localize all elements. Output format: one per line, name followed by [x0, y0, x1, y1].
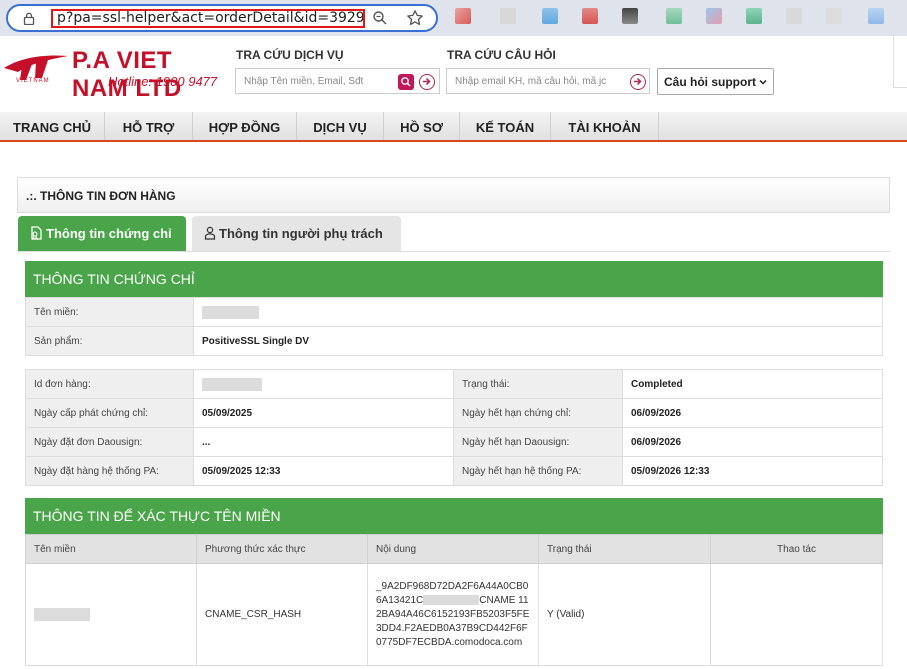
nav-item-home[interactable]: TRANG CHỦ	[0, 112, 105, 140]
support-select[interactable]: Câu hỏi support	[657, 68, 774, 95]
redacted-content	[423, 594, 480, 605]
pa-order-label: Ngày đặt hàng hệ thống PA:	[25, 456, 194, 486]
expire-label: Ngày hết hạn chứng chỉ:	[453, 398, 623, 428]
table-row: CNAME_CSR_HASH _9A2DF968D72DA2F6A44A0CB0…	[25, 563, 883, 666]
bookmark-icon[interactable]	[500, 8, 516, 24]
go-button[interactable]	[630, 74, 646, 90]
nav-item-services[interactable]: DỊCH VỤ	[297, 112, 384, 140]
lookup-service-title: TRA CỨU DỊCH VỤ	[236, 48, 344, 62]
bookmark-icon[interactable]	[786, 8, 802, 24]
verify-content: _9A2DF968D72DA2F6A44A0CB06A13421C CNAME 1…	[367, 563, 539, 666]
chevron-down-icon	[759, 79, 767, 85]
url-highlight[interactable]: p?pa=ssl-helper&act=orderDetail&id=3929	[51, 9, 365, 28]
tab-divider	[17, 251, 890, 252]
arrow-right-icon	[423, 77, 431, 86]
table-row: Id đơn hàng: Trạng thái: Completed	[25, 369, 883, 399]
lock-icon[interactable]	[23, 12, 35, 25]
pa-order-value: 05/09/2025 12:33	[193, 456, 454, 486]
status-value: Completed	[622, 369, 883, 399]
address-bar[interactable]: p?pa=ssl-helper&act=orderDetail&id=3929	[6, 4, 438, 32]
verify-domain	[25, 563, 197, 666]
dao-expire-label: Ngày hết hạn Daousign:	[453, 427, 623, 457]
order-id-value	[193, 369, 454, 399]
cert-info-header: THÔNG TIN CHỨNG CHỈ	[25, 261, 883, 297]
table-row: Ngày cấp phát chứng chỉ: 05/09/2025 Ngày…	[25, 398, 883, 428]
dao-order-label: Ngày đặt đơn Daousign:	[25, 427, 194, 457]
verify-status: Y (Valid)	[538, 563, 711, 666]
nav-item-support[interactable]: HỖ TRỢ	[105, 112, 193, 140]
search-icon	[401, 77, 411, 87]
pa-expire-label: Ngày hết hạn hệ thống PA:	[453, 456, 623, 486]
bookmark-icon[interactable]	[826, 8, 842, 24]
table-row: Sản phẩm: PositiveSSL Single DV	[25, 326, 883, 356]
logo-sub: VIETNAM	[16, 78, 50, 84]
pa-expire-value: 05/09/2026 12:33	[622, 456, 883, 486]
certificate-icon	[31, 226, 42, 240]
redacted-order-id	[202, 377, 262, 391]
tab-owner-info[interactable]: Thông tin người phụ trách	[192, 216, 401, 252]
cert-info-table: Tên miền: Sản phẩm: PositiveSSL Single D…	[25, 297, 883, 356]
tab-cert-info[interactable]: Thông tin chứng chỉ	[18, 216, 186, 252]
bookmark-icon[interactable]	[582, 8, 598, 24]
nav-item-account[interactable]: TÀI KHOẢN	[551, 112, 659, 140]
domain-label: Tên miền:	[25, 297, 194, 327]
issued-label: Ngày cấp phát chứng chỉ:	[25, 398, 194, 428]
table-row: Tên miền:	[25, 297, 883, 327]
support-select-value: Câu hỏi support	[664, 75, 756, 89]
table-row: Ngày đặt hàng hệ thống PA: 05/09/2025 12…	[25, 456, 883, 486]
search-button[interactable]	[398, 74, 414, 90]
dao-expire-value: 06/09/2026	[622, 427, 883, 457]
browser-toolbar: p?pa=ssl-helper&act=orderDetail&id=3929	[0, 0, 907, 36]
nav-item-contracts[interactable]: HỢP ĐỒNG	[193, 112, 297, 140]
bookmark-icon[interactable]	[746, 8, 762, 24]
url-text: p?pa=ssl-helper&act=orderDetail&id=3929	[57, 10, 365, 26]
side-panel-edge	[893, 36, 907, 88]
dao-order-value: ...	[193, 427, 454, 457]
verify-table: Tên miền Phương thức xác thực Nội dung T…	[25, 534, 883, 666]
bookmark-icon[interactable]	[666, 8, 682, 24]
redacted-domain	[202, 305, 259, 319]
verify-header: THÔNG TIN ĐỂ XÁC THỰC TÊN MIỀN	[25, 498, 883, 534]
arrow-right-icon	[634, 77, 642, 86]
nav-item-accounting[interactable]: KẾ TOÁN	[460, 112, 551, 140]
bookmark-icon[interactable]	[455, 8, 471, 24]
page: P.A VIET NAM LTD Hotline: 1900 9477 VIET…	[0, 36, 907, 669]
product-value: PositiveSSL Single DV	[193, 326, 883, 356]
table-row: Ngày đặt đơn Daousign: ... Ngày hết hạn …	[25, 427, 883, 457]
zoom-icon[interactable]	[372, 10, 388, 26]
bookmark-icon[interactable]	[868, 8, 884, 24]
bookmark-star-icon[interactable]	[406, 9, 424, 27]
section-title: .:. THÔNG TIN ĐƠN HÀNG	[17, 177, 890, 213]
go-button[interactable]	[419, 74, 435, 90]
main-nav: TRANG CHỦ HỖ TRỢ HỢP ĐỒNG DỊCH VỤ HỒ SƠ …	[0, 112, 907, 142]
col-status: Trạng thái	[538, 534, 711, 564]
bookmark-icon[interactable]	[622, 8, 638, 24]
verify-actions	[710, 563, 883, 666]
table-header-row: Tên miền Phương thức xác thực Nội dung T…	[25, 534, 883, 564]
tab-owner-label: Thông tin người phụ trách	[219, 226, 383, 241]
verify-method: CNAME_CSR_HASH	[196, 563, 368, 666]
col-method: Phương thức xác thực	[196, 534, 368, 564]
col-actions: Thao tác	[710, 534, 883, 564]
person-icon	[204, 226, 216, 240]
lookup-question-title: TRA CỨU CÂU HỎI	[447, 48, 556, 62]
bookmark-icon[interactable]	[706, 8, 722, 24]
order-info-table: Id đơn hàng: Trạng thái: Completed Ngày …	[25, 369, 883, 486]
order-id-label: Id đơn hàng:	[25, 369, 194, 399]
lookup-question-input[interactable]: Nhập email KH, mã câu hỏi, mã jc	[446, 68, 650, 94]
tab-cert-label: Thông tin chứng chỉ	[46, 226, 172, 241]
expire-value: 06/09/2026	[622, 398, 883, 428]
logo[interactable]: P.A VIET NAM LTD Hotline: 1900 9477 VIET…	[0, 44, 232, 102]
col-content: Nội dung	[367, 534, 539, 564]
bookmark-icon[interactable]	[542, 8, 558, 24]
issued-value: 05/09/2025	[193, 398, 454, 428]
product-label: Sản phẩm:	[25, 326, 194, 356]
hotline: Hotline: 1900 9477	[108, 74, 218, 89]
status-label: Trạng thái:	[453, 369, 623, 399]
redacted-domain	[34, 608, 90, 621]
domain-value	[193, 297, 883, 327]
col-domain: Tên miền	[25, 534, 197, 564]
nav-item-profile[interactable]: HỒ SƠ	[384, 112, 460, 140]
